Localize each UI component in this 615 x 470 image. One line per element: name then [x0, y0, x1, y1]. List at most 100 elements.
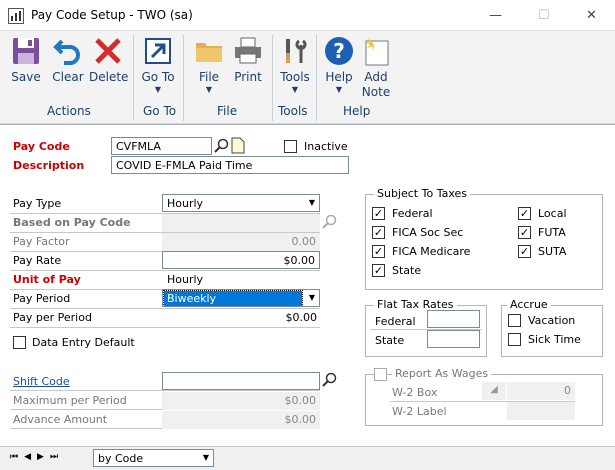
record-nav-buttons: ⏮◀▶⏭ [10, 452, 64, 462]
next-record-icon[interactable]: ▶ [37, 452, 50, 462]
shift-code-link[interactable]: Shift Code [13, 375, 70, 388]
based-on-field [162, 214, 320, 232]
fica-med-checkbox[interactable]: ✓ [372, 245, 385, 258]
add-note-label-1: Add [364, 70, 388, 84]
first-record-icon[interactable]: ⏮ [10, 452, 24, 462]
tools-button[interactable]: Tools ▼ [277, 35, 313, 94]
svg-text:?: ? [333, 39, 345, 63]
clear-button[interactable]: Clear [50, 35, 86, 85]
goto-button[interactable]: Go To ▼ [140, 35, 176, 94]
chevron-down-icon: ▼ [308, 293, 315, 302]
pay-period-value: Biweekly [163, 290, 303, 306]
pay-type-label: Pay Type [13, 197, 62, 210]
suta-label: SUTA [538, 245, 567, 258]
group-file: File [217, 104, 238, 118]
w2-label-field [507, 402, 575, 420]
last-record-icon[interactable]: ⏭ [50, 452, 64, 462]
inactive-label: Inactive [304, 140, 348, 153]
local-tax-checkbox[interactable]: ✓ [518, 207, 531, 220]
ribbon-separator [272, 35, 273, 121]
tools-icon [286, 39, 307, 63]
federal-tax-label: Federal [392, 207, 433, 220]
description-input[interactable]: COVID E-FMLA Paid Time [111, 156, 349, 174]
sick-time-label: Sick Time [528, 333, 581, 346]
goto-label: Go To [141, 70, 175, 84]
file-button[interactable]: File ▼ [191, 35, 227, 94]
printer-icon [235, 37, 261, 64]
vacation-label: Vacation [528, 314, 576, 327]
pay-period-select[interactable]: Biweekly ▼ [162, 289, 320, 307]
max-per-period-label: Maximum per Period [13, 394, 127, 407]
description-label: Description [13, 159, 85, 172]
save-button[interactable]: Save [8, 35, 44, 85]
tools-label: Tools [280, 70, 310, 84]
help-caret-icon: ▼ [335, 85, 343, 94]
add-note-label-2: Note [361, 85, 391, 99]
file-label: File [198, 70, 220, 84]
based-on-label: Based on Pay Code [13, 216, 131, 229]
pay-code-input[interactable]: CVFMLA [111, 137, 212, 155]
maximize-button[interactable]: ☐ [538, 8, 550, 23]
w2-label-label: W-2 Label [392, 405, 447, 418]
navigation-bar: ⏮◀▶⏭ by Code ▼ [0, 446, 615, 470]
sick-time-checkbox[interactable] [508, 333, 521, 346]
lookup-icon[interactable] [214, 138, 230, 154]
fica-med-label: FICA Medicare [392, 245, 471, 258]
pay-per-period-label: Pay per Period [13, 311, 92, 324]
divider [10, 390, 320, 391]
ribbon-separator [316, 35, 317, 121]
state-tax-checkbox[interactable]: ✓ [372, 264, 385, 277]
delete-x-icon [95, 38, 121, 64]
file-caret-icon: ▼ [205, 85, 213, 94]
pay-type-value: Hourly [167, 197, 204, 210]
vacation-checkbox[interactable] [508, 314, 521, 327]
help-label: Help [325, 70, 353, 84]
lookup-icon[interactable] [322, 372, 338, 388]
sort-by-select[interactable]: by Code ▼ [93, 449, 214, 467]
shift-code-input[interactable] [162, 372, 320, 390]
ribbon-separator [133, 35, 134, 121]
folder-icon [196, 43, 222, 62]
group-actions: Actions [47, 104, 91, 118]
pay-per-period-value: $0.00 [285, 311, 318, 324]
flat-federal-label: Federal [375, 315, 416, 328]
note-icon[interactable] [231, 137, 245, 154]
pay-factor-field: 0.00 [162, 233, 320, 251]
w2-box-field: 0 [507, 382, 575, 400]
goto-caret-icon: ▼ [154, 85, 162, 94]
advance-amount-field: $0.00 [162, 411, 320, 429]
minimize-button[interactable]: — [489, 8, 502, 23]
help-button[interactable]: ? Help ▼ [321, 35, 357, 94]
futa-checkbox[interactable]: ✓ [518, 226, 531, 239]
close-window-button[interactable]: ✕ [586, 8, 597, 23]
previous-record-icon[interactable]: ◀ [24, 452, 37, 462]
accrue-title: Accrue [507, 298, 551, 311]
suta-checkbox[interactable]: ✓ [518, 245, 531, 258]
save-label: Save [11, 70, 41, 84]
print-button[interactable]: Print [230, 35, 266, 85]
state-tax-label: State [392, 264, 422, 277]
delete-button[interactable]: Delete [89, 35, 128, 85]
max-per-period-field: $0.00 [162, 392, 320, 410]
pay-type-select[interactable]: Hourly ▼ [162, 194, 320, 212]
fica-soc-label: FICA Soc Sec [392, 226, 464, 239]
lookup-icon-disabled [322, 214, 337, 229]
flat-state-input[interactable] [427, 330, 480, 348]
data-entry-default-checkbox[interactable] [13, 336, 26, 349]
pay-factor-label: Pay Factor [13, 235, 70, 248]
report-as-wages-checkbox[interactable] [374, 368, 387, 381]
fica-soc-checkbox[interactable]: ✓ [372, 226, 385, 239]
form-area: Pay Code CVFMLA Inactive Description COV… [0, 124, 615, 446]
report-as-wages-title: Report As Wages [392, 367, 492, 380]
add-note-button[interactable]: Add Note [358, 35, 394, 100]
flat-federal-input[interactable] [427, 310, 480, 328]
help-icon: ? [325, 37, 353, 65]
inactive-checkbox[interactable] [284, 140, 297, 153]
federal-tax-checkbox[interactable]: ✓ [372, 207, 385, 220]
futa-label: FUTA [538, 226, 566, 239]
pay-rate-input[interactable]: $0.00 [162, 251, 320, 269]
group-help: Help [343, 104, 371, 118]
undo-arrow-icon [53, 39, 80, 65]
sort-by-value: by Code [98, 452, 144, 465]
w2-box-label: W-2 Box [392, 386, 438, 399]
